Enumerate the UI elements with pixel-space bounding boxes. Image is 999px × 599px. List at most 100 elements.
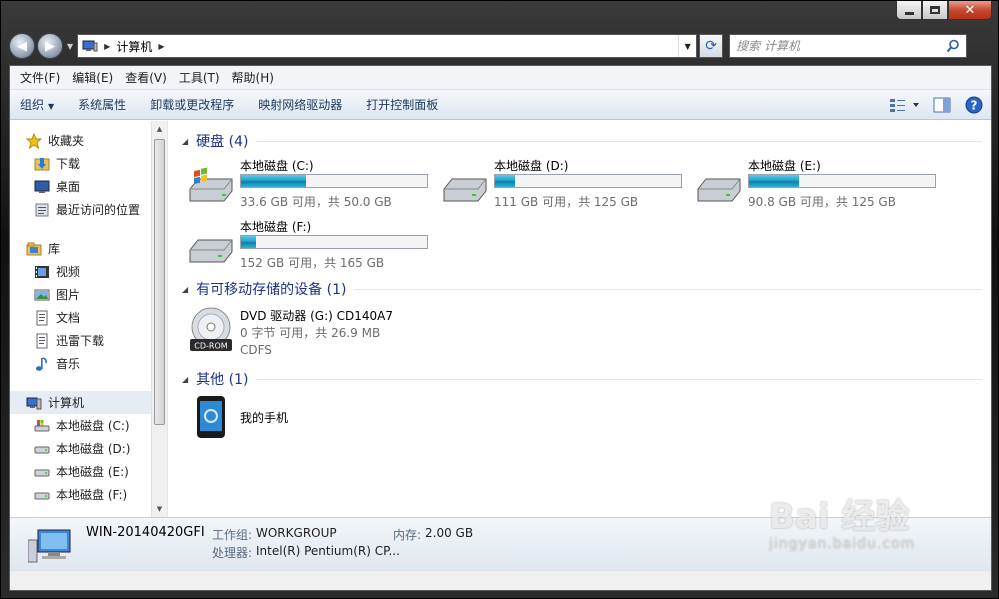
hard-drive-icon (34, 492, 50, 499)
close-button[interactable]: ✕ (948, 1, 992, 20)
processor-label: 处理器: (212, 546, 253, 560)
nav-favorites[interactable]: 收藏夹 (10, 129, 152, 152)
nav-desktop[interactable]: 桌面 (10, 175, 152, 198)
nav-libraries[interactable]: 库 (10, 237, 152, 260)
capacity-bar (240, 174, 428, 188)
main-area: 收藏夹 下载 桌面 最近访问的位置 库 视频 图片 文档 迅雷下载 音乐 计算机… (10, 121, 991, 517)
recent-pages-dropdown[interactable]: ▼ (67, 42, 73, 51)
menu-help[interactable]: 帮助(H) (226, 69, 280, 86)
organize-button[interactable]: 组织 ▼ (20, 96, 54, 113)
drive-tile-c[interactable]: 本地磁盘 (C:) 33.6 GB 可用，共 50.0 GB (188, 157, 438, 213)
group-header-other[interactable]: ◢ 其他 (1) (182, 369, 982, 389)
nav-drive-f[interactable]: 本地磁盘 (F:) (10, 483, 152, 506)
computer-icon (28, 529, 71, 563)
search-box[interactable] (729, 34, 968, 58)
hard-drive-icon (34, 469, 50, 476)
capacity-fill (241, 175, 307, 187)
address-bar[interactable]: ▶ 计算机 ▶ ▼ (77, 34, 698, 58)
maximize-button[interactable] (922, 1, 948, 20)
chevron-down-icon: ▼ (48, 102, 55, 111)
navigation-pane: 收藏夹 下载 桌面 最近访问的位置 库 视频 图片 文档 迅雷下载 音乐 计算机… (10, 121, 168, 517)
nav-thunder-downloads[interactable]: 迅雷下载 (10, 329, 152, 352)
drive-tile-f[interactable]: 本地磁盘 (F:) 152 GB 可用，共 165 GB (188, 218, 438, 274)
nav-computer[interactable]: 计算机 (10, 391, 152, 414)
cd-rom-icon: CD-ROM (190, 307, 232, 351)
memory-value: 2.00 GB (425, 526, 474, 540)
drive-name: 本地磁盘 (E:) (748, 159, 821, 173)
collapse-triangle-icon[interactable]: ◢ (182, 285, 188, 294)
picture-icon (34, 289, 50, 300)
workgroup-label: 工作组: (212, 528, 253, 542)
computer-icon (82, 40, 98, 52)
drive-file-system: CDFS (240, 343, 272, 357)
minimize-button[interactable] (896, 1, 922, 20)
drive-tile-dvd[interactable]: CD-ROM DVD 驱动器 (G:) CD140A7 0 字节 可用，共 26… (188, 307, 438, 363)
drive-name: DVD 驱动器 (G:) CD140A7 (240, 309, 393, 323)
nav-downloads[interactable]: 下载 (10, 152, 152, 175)
nav-recent-places[interactable]: 最近访问的位置 (10, 198, 152, 221)
refresh-button[interactable]: ⟳ (699, 34, 724, 58)
nav-drive-c[interactable]: 本地磁盘 (C:) (10, 414, 152, 437)
scroll-down-icon[interactable]: ▼ (152, 501, 167, 517)
capacity-bar (240, 235, 428, 249)
uninstall-program-button[interactable]: 卸载或更改程序 (150, 96, 234, 113)
navigation-scrollbar[interactable]: ▲ ▼ (151, 121, 167, 517)
preview-pane-icon[interactable] (933, 97, 951, 113)
drive-name: 本地磁盘 (D:) (494, 159, 569, 173)
group-header-removable[interactable]: ◢ 有可移动存储的设备 (1) (182, 279, 982, 299)
system-properties-button[interactable]: 系统属性 (78, 96, 126, 113)
document-icon (36, 310, 48, 325)
device-name: 我的手机 (240, 411, 289, 425)
menu-bar: 文件(F) 编辑(E) 查看(V) 工具(T) 帮助(H) (10, 66, 991, 90)
menu-file[interactable]: 文件(F) (14, 69, 66, 86)
caption-buttons: ✕ (896, 1, 992, 21)
nav-pictures[interactable]: 图片 (10, 283, 152, 306)
hard-drive-icon (189, 239, 233, 263)
breadcrumb-separator-icon[interactable]: ▶ (158, 42, 164, 51)
breadcrumb-computer[interactable]: 计算机 (116, 38, 152, 55)
device-tile-phone[interactable]: 我的手机 (188, 395, 438, 441)
menu-tools[interactable]: 工具(T) (173, 69, 226, 86)
nav-music[interactable]: 音乐 (10, 352, 152, 375)
drive-free-space: 111 GB 可用，共 125 GB (494, 195, 639, 209)
menu-edit[interactable]: 编辑(E) (66, 69, 119, 86)
change-view-icon[interactable] (889, 97, 919, 113)
recent-places-icon (35, 203, 49, 216)
maximize-icon (930, 6, 940, 14)
explorer-window: ✕ ◀ ▶ ▼ ▶ 计算机 ▶ ▼ ⟳ 文件(F) (0, 0, 999, 599)
forward-button[interactable]: ▶ (37, 33, 63, 59)
drive-free-space: 152 GB 可用，共 165 GB (240, 256, 385, 270)
memory-label: 内存: (393, 528, 422, 542)
search-icon[interactable] (946, 39, 960, 53)
cd-rom-label: CD-ROM (194, 342, 227, 351)
watermark-brand: Bai 经验 (769, 497, 910, 537)
group-header-hard-disks[interactable]: ◢ 硬盘 (4) (182, 131, 982, 151)
view-controls: ? (875, 96, 983, 114)
drive-tile-e[interactable]: 本地磁盘 (E:) 90.8 GB 可用，共 125 GB (696, 157, 946, 213)
collapse-triangle-icon[interactable]: ◢ (182, 137, 188, 146)
drive-tile-d[interactable]: 本地磁盘 (D:) 111 GB 可用，共 125 GB (442, 157, 692, 213)
close-icon: ✕ (964, 2, 976, 18)
back-button[interactable]: ◀ (9, 33, 35, 59)
breadcrumb-separator-icon[interactable]: ▶ (104, 42, 110, 51)
map-network-drive-button[interactable]: 映射网络驱动器 (258, 96, 342, 113)
capacity-fill (241, 236, 256, 248)
computer-icon (26, 397, 42, 409)
menu-view[interactable]: 查看(V) (119, 69, 173, 86)
open-control-panel-button[interactable]: 打开控制面板 (366, 96, 438, 113)
nav-documents[interactable]: 文档 (10, 306, 152, 329)
nav-drive-e[interactable]: 本地磁盘 (E:) (10, 460, 152, 483)
nav-drive-d[interactable]: 本地磁盘 (D:) (10, 437, 152, 460)
workgroup-value: WORKGROUP (256, 526, 337, 540)
nav-videos[interactable]: 视频 (10, 260, 152, 283)
address-dropdown-button[interactable]: ▼ (678, 35, 696, 57)
scrollbar-thumb[interactable] (154, 139, 165, 425)
search-input[interactable] (736, 39, 947, 53)
watermark: Bai 经验 jingyan.baidu.com (769, 489, 915, 552)
help-icon[interactable]: ? (965, 96, 983, 114)
command-bar: 组织 ▼ 系统属性 卸载或更改程序 映射网络驱动器 打开控制面板 ? (10, 90, 991, 120)
collapse-triangle-icon[interactable]: ◢ (182, 375, 188, 384)
star-icon (26, 132, 42, 149)
scroll-up-icon[interactable]: ▲ (152, 121, 167, 137)
drive-free-space: 33.6 GB 可用，共 50.0 GB (240, 195, 392, 209)
